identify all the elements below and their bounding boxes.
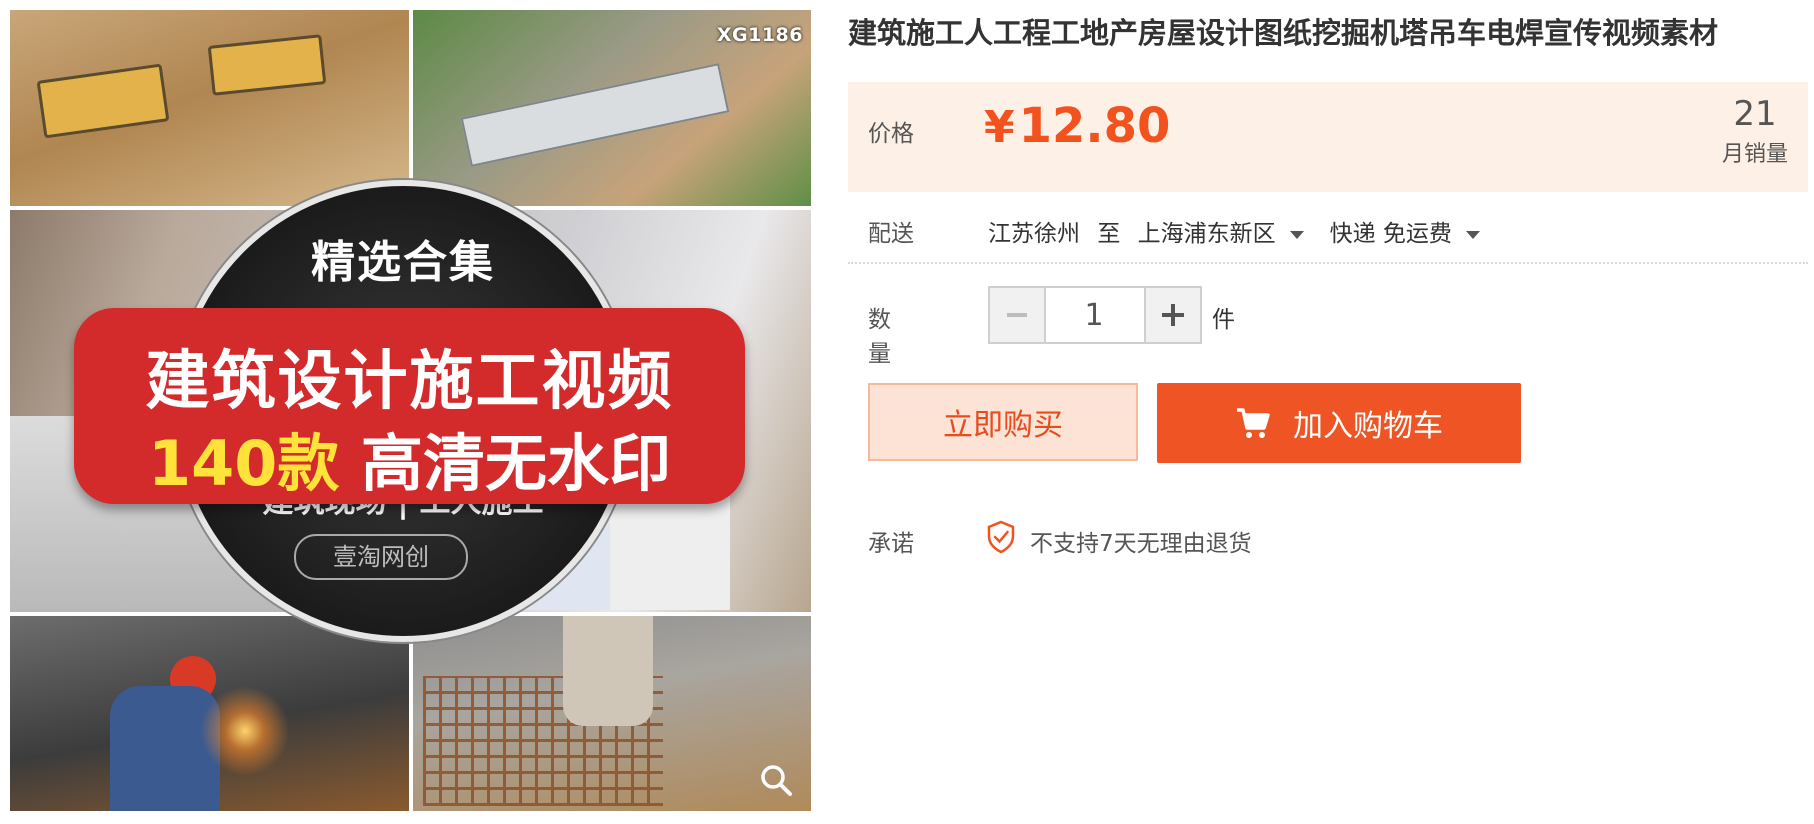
monthly-sales-label: 月销量 xyxy=(1721,142,1788,167)
currency-symbol: ¥ xyxy=(984,102,1015,153)
add-to-cart-button[interactable]: 加入购物车 xyxy=(1157,383,1521,463)
promo-count: 140款 xyxy=(147,427,340,500)
price-value: ¥12.80 xyxy=(984,98,1170,154)
add-to-cart-label: 加入购物车 xyxy=(1293,409,1443,444)
price-label: 价格 xyxy=(868,121,914,147)
promise-row: 承诺 不支持7天无理由退货 xyxy=(868,520,1468,560)
chevron-down-icon xyxy=(1465,230,1480,239)
photo-welder xyxy=(10,616,409,811)
return-policy-text: 不支持7天无理由退货 xyxy=(1030,531,1252,557)
photo-dump-trucks xyxy=(10,10,409,206)
shield-check-icon xyxy=(987,520,1015,554)
divider xyxy=(848,262,1808,264)
photo-concrete-pour xyxy=(413,616,811,811)
shipping-destination-select[interactable]: 上海浦东新区 xyxy=(1138,221,1330,247)
shipping-info: 江苏徐州 至 上海浦东新区 快递 免运费 xyxy=(988,214,1506,248)
promo-headline: 建筑设计施工视频 xyxy=(145,345,674,419)
shipping-row: 配送 江苏徐州 至 上海浦东新区 快递 免运费 xyxy=(868,210,1808,250)
quantity-unit: 件 xyxy=(1212,307,1235,333)
brand-pill: 壹淘网创 xyxy=(294,534,468,580)
promo-tagline: 140款 高清无水印 xyxy=(74,413,745,503)
magnifier-icon[interactable] xyxy=(759,763,793,797)
shipping-origin: 江苏徐州 xyxy=(988,221,1080,247)
product-code-badge: XG1186 xyxy=(716,24,803,46)
shipping-to-word: 至 xyxy=(1097,221,1121,247)
monthly-sales: 21 月销量 xyxy=(1722,92,1788,168)
shipping-label: 配送 xyxy=(868,221,914,247)
product-image[interactable]: XG1186 精选合集 建筑现场 | 工人施工 壹淘网创 建筑设计施工视频 14… xyxy=(10,10,811,811)
shipping-method: 快递 免运费 xyxy=(1329,221,1452,247)
buy-now-button[interactable]: 立即购买 xyxy=(868,383,1138,461)
product-title: 建筑施工人工程工地产房屋设计图纸挖掘机塔吊车电焊宣传视频素材 xyxy=(848,16,1719,50)
buy-now-label: 立即购买 xyxy=(943,408,1063,443)
decrease-quantity-button[interactable] xyxy=(990,288,1046,342)
promo-collection-title: 精选合集 xyxy=(311,237,495,288)
shopping-cart-icon xyxy=(1237,408,1270,438)
quantity-label: 数量 xyxy=(868,307,891,367)
shipping-destination: 上海浦东新区 xyxy=(1137,221,1276,247)
quantity-input[interactable] xyxy=(1046,288,1142,342)
monthly-sales-count: 21 xyxy=(1733,94,1777,134)
promise-label: 承诺 xyxy=(868,531,914,557)
price-amount: 12.80 xyxy=(1018,98,1171,154)
quantity-stepper xyxy=(988,286,1202,344)
promo-hd: 高清无水印 xyxy=(361,427,672,500)
increase-quantity-button[interactable] xyxy=(1144,288,1200,342)
photo-bridge-site: XG1186 xyxy=(413,10,811,206)
shipping-method-select[interactable]: 快递 免运费 xyxy=(1330,221,1506,247)
promo-banner: 建筑设计施工视频 140款 高清无水印 xyxy=(74,308,745,504)
price-box: 价格 ¥12.80 21 月销量 xyxy=(848,82,1808,192)
chevron-down-icon xyxy=(1289,230,1304,239)
